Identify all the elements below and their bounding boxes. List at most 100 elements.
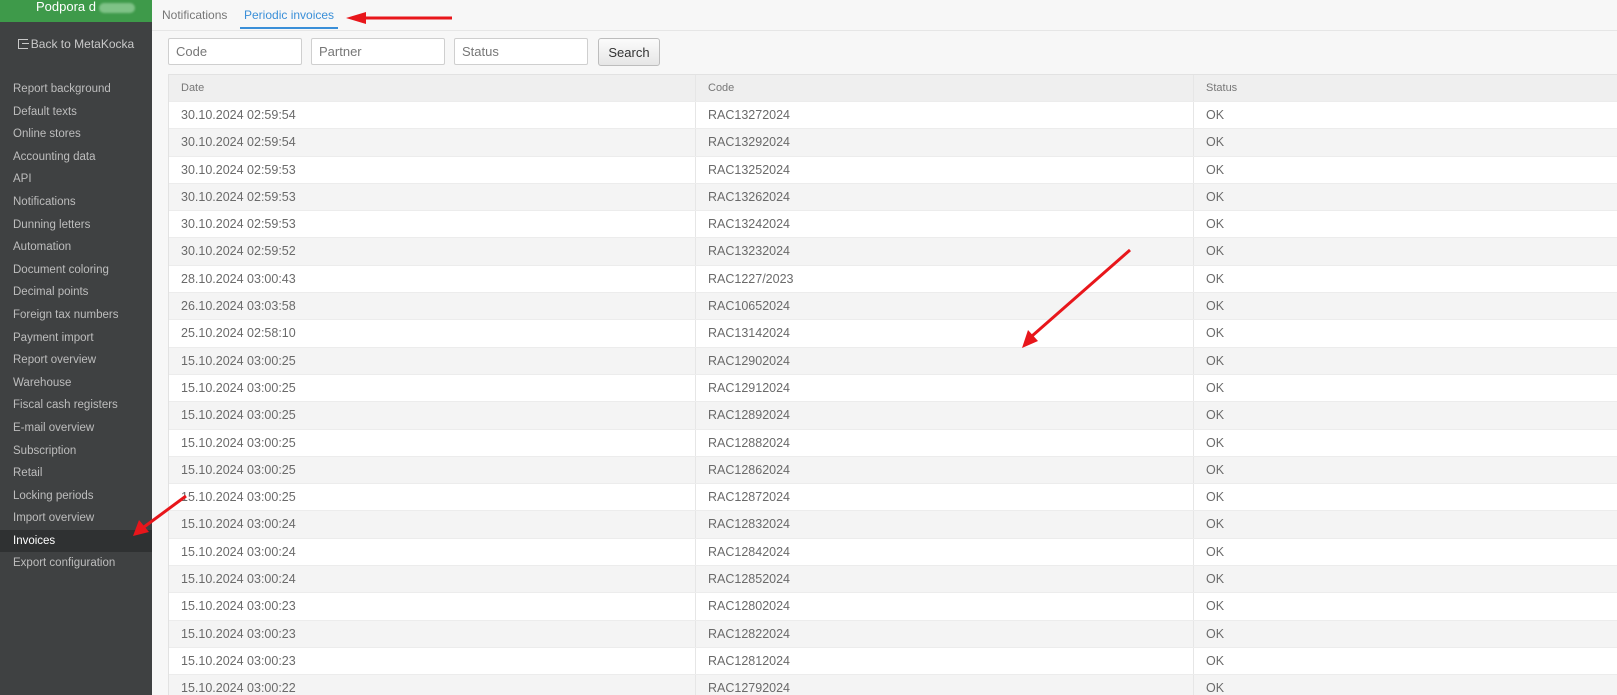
date-cell: 30.10.2024 02:59:54 <box>169 129 696 156</box>
status-cell: OK <box>1206 189 1225 204</box>
table-row[interactable]: 15.10.2024 03:00:23 RAC12822024 OK <box>169 620 1617 648</box>
date-cell: 15.10.2024 03:00:22 <box>169 675 696 695</box>
status-cell: OK <box>1206 435 1225 450</box>
company-name: Podpora d <box>36 0 96 14</box>
sidebar-item-foreign-tax-numbers[interactable]: Foreign tax numbers <box>0 304 152 327</box>
status-filter-input[interactable] <box>454 38 588 65</box>
table-row[interactable]: 30.10.2024 02:59:53 RAC13262024 OK <box>169 183 1617 212</box>
sidebar-item-decimal-points[interactable]: Decimal points <box>0 281 152 304</box>
code-cell: RAC13292024 <box>696 129 1194 156</box>
date-cell: 30.10.2024 02:59:53 <box>169 183 696 211</box>
status-cell: OK <box>1206 462 1225 477</box>
status-cell: OK <box>1206 271 1225 286</box>
back-label: Back to MetaKocka <box>30 37 135 51</box>
sidebar-item-online-stores[interactable]: Online stores <box>0 123 152 146</box>
table-row[interactable]: 28.10.2024 03:00:43 RAC1227/2023 OK <box>169 265 1617 294</box>
status-cell: OK <box>1206 653 1225 668</box>
date-cell: 15.10.2024 03:00:25 <box>169 347 696 374</box>
date-cell: 15.10.2024 03:00:23 <box>169 620 696 647</box>
code-cell: RAC12802024 <box>696 593 1194 620</box>
sidebar-item-locking-periods[interactable]: Locking periods <box>0 485 152 508</box>
sidebar-item-retail[interactable]: Retail <box>0 462 152 485</box>
table-row[interactable]: 15.10.2024 03:00:25 RAC12912024 OK <box>169 374 1617 403</box>
status-cell: OK <box>1206 162 1225 177</box>
header-date[interactable]: Date <box>169 75 696 101</box>
status-cell: OK <box>1206 244 1225 259</box>
table-row[interactable]: 30.10.2024 02:59:54 RAC13272024 OK <box>169 102 1617 130</box>
sidebar-item-report-overview[interactable]: Report overview <box>0 349 152 372</box>
table-row[interactable]: 30.10.2024 02:59:53 RAC13242024 OK <box>169 211 1617 239</box>
table-row[interactable]: 15.10.2024 03:00:23 RAC12812024 OK <box>169 647 1617 676</box>
date-cell: 30.10.2024 02:59:53 <box>169 211 696 238</box>
header-status[interactable]: Status <box>1194 75 1617 101</box>
header-code[interactable]: Code <box>696 75 1194 101</box>
code-cell: RAC13242024 <box>696 211 1194 238</box>
code-filter-input[interactable] <box>168 38 302 65</box>
tab-periodic-invoices[interactable]: Periodic invoices <box>240 8 339 29</box>
table-row[interactable]: 15.10.2024 03:00:25 RAC12882024 OK <box>169 429 1617 457</box>
table-row[interactable]: 15.10.2024 03:00:25 RAC12862024 OK <box>169 456 1617 485</box>
sidebar-item-report-background[interactable]: Report background <box>0 78 152 101</box>
sidebar-item-fiscal-cash-registers[interactable]: Fiscal cash registers <box>0 394 152 417</box>
tab-notifications[interactable]: Notifications <box>158 8 231 27</box>
sign-out-icon <box>17 39 29 49</box>
code-cell: RAC12792024 <box>696 675 1194 695</box>
partner-filter-input[interactable] <box>311 38 445 65</box>
sidebar-item-dunning-letters[interactable]: Dunning letters <box>0 214 152 237</box>
date-cell: 15.10.2024 03:00:25 <box>169 402 696 429</box>
sidebar-item-default-texts[interactable]: Default texts <box>0 101 152 124</box>
table-row[interactable]: 30.10.2024 02:59:54 RAC13292024 OK <box>169 129 1617 157</box>
date-cell: 15.10.2024 03:00:25 <box>169 484 696 511</box>
sidebar-item-subscription[interactable]: Subscription <box>0 440 152 463</box>
status-cell: OK <box>1206 353 1225 368</box>
status-cell: OK <box>1206 490 1225 505</box>
status-cell: OK <box>1206 599 1225 614</box>
code-cell: RAC12882024 <box>696 429 1194 456</box>
sidebar-item-automation[interactable]: Automation <box>0 236 152 259</box>
table-row[interactable]: 15.10.2024 03:00:25 RAC12892024 OK <box>169 402 1617 430</box>
table-row[interactable]: 15.10.2024 03:00:24 RAC12852024 OK <box>169 566 1617 594</box>
sidebar-item-payment-import[interactable]: Payment import <box>0 327 152 350</box>
date-cell: 30.10.2024 02:59:53 <box>169 156 696 183</box>
sidebar-item-import-overview[interactable]: Import overview <box>0 507 152 530</box>
date-cell: 15.10.2024 03:00:25 <box>169 374 696 402</box>
date-cell: 30.10.2024 02:59:54 <box>169 102 696 129</box>
sidebar-item-accounting-data[interactable]: Accounting data <box>0 146 152 169</box>
sidebar-item-document-coloring[interactable]: Document coloring <box>0 259 152 282</box>
table-row[interactable]: 26.10.2024 03:03:58 RAC10652024 OK <box>169 293 1617 321</box>
status-cell: OK <box>1206 626 1225 641</box>
sidebar: Podpora d Back to MetaKocka Report backg… <box>0 0 152 695</box>
table-row[interactable]: 15.10.2024 03:00:23 RAC12802024 OK <box>169 593 1617 621</box>
table-row[interactable]: 30.10.2024 02:59:52 RAC13232024 OK <box>169 238 1617 266</box>
status-cell: OK <box>1206 572 1225 587</box>
code-cell: RAC13232024 <box>696 238 1194 265</box>
sidebar-item-api[interactable]: API <box>0 168 152 191</box>
status-cell: OK <box>1206 108 1225 122</box>
table-row[interactable]: 15.10.2024 03:00:25 RAC12902024 OK <box>169 347 1617 375</box>
date-cell: 15.10.2024 03:00:23 <box>169 593 696 620</box>
sidebar-item-invoices[interactable]: Invoices <box>0 529 152 553</box>
company-name-bar[interactable]: Podpora d <box>0 0 152 22</box>
table-row[interactable]: 15.10.2024 03:00:25 RAC12872024 OK <box>169 484 1617 512</box>
code-cell: RAC10652024 <box>696 293 1194 320</box>
table-row[interactable]: 15.10.2024 03:00:22 RAC12792024 OK <box>169 675 1617 695</box>
status-cell: OK <box>1206 299 1225 314</box>
table-row[interactable]: 25.10.2024 02:58:10 RAC13142024 OK <box>169 320 1617 348</box>
sidebar-item-e-mail-overview[interactable]: E-mail overview <box>0 417 152 440</box>
table-row[interactable]: 15.10.2024 03:00:24 RAC12842024 OK <box>169 538 1617 567</box>
status-cell: OK <box>1206 135 1225 150</box>
date-cell: 28.10.2024 03:00:43 <box>169 265 696 293</box>
date-cell: 15.10.2024 03:00:24 <box>169 511 696 538</box>
table-row[interactable]: 30.10.2024 02:59:53 RAC13252024 OK <box>169 156 1617 184</box>
table-row[interactable]: 15.10.2024 03:00:24 RAC12832024 OK <box>169 511 1617 539</box>
status-cell: OK <box>1206 326 1225 341</box>
code-cell: RAC13262024 <box>696 183 1194 211</box>
date-cell: 25.10.2024 02:58:10 <box>169 320 696 347</box>
code-cell: RAC12892024 <box>696 402 1194 429</box>
tab-bar: Notifications Periodic invoices <box>152 0 1617 31</box>
sidebar-item-notifications[interactable]: Notifications <box>0 191 152 214</box>
back-to-metakocka-link[interactable]: Back to MetaKocka <box>0 36 152 52</box>
search-button[interactable]: Search <box>598 38 660 66</box>
sidebar-item-warehouse[interactable]: Warehouse <box>0 372 152 395</box>
sidebar-item-export-configuration[interactable]: Export configuration <box>0 552 152 575</box>
